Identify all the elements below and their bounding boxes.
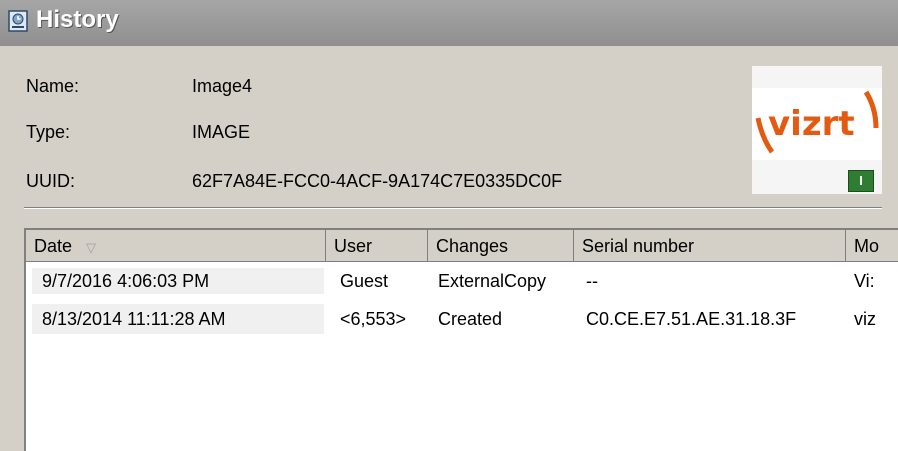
column-header-date[interactable]: Date ▽	[26, 230, 326, 262]
cell-mo: Vi:	[854, 271, 875, 291]
table-header: Date ▽ User Changes Serial number Mo	[26, 230, 898, 262]
image-thumbnail[interactable]: vizrt I	[752, 66, 882, 194]
cell-date: 9/7/2016 4:06:03 PM	[32, 268, 324, 294]
cell-changes: Created	[438, 309, 503, 329]
column-label: Date	[34, 236, 73, 256]
column-header-changes[interactable]: Changes	[428, 230, 574, 262]
history-icon	[8, 10, 28, 32]
history-table[interactable]: Date ▽ User Changes Serial number Mo 9/7/…	[24, 228, 898, 451]
column-header-mo[interactable]: Mo	[846, 230, 898, 262]
cell-date: 8/13/2014 11:11:28 AM	[32, 304, 324, 334]
type-value: IMAGE	[192, 122, 251, 142]
column-label: User	[334, 236, 373, 256]
thumbnail-canvas: vizrt	[752, 88, 882, 160]
uuid-label: UUID:	[26, 171, 75, 191]
image-type-badge-icon: I	[848, 170, 874, 192]
cell-mo: viz	[854, 309, 876, 329]
name-value: Image4	[192, 76, 253, 96]
cell-changes: ExternalCopy	[438, 271, 547, 291]
column-header-user[interactable]: User	[326, 230, 428, 262]
vizrt-logo: vizrt	[768, 104, 855, 144]
cell-serial-number: --	[586, 271, 598, 291]
column-label: Mo	[854, 236, 880, 256]
column-label: Serial number	[582, 236, 695, 256]
window-title: History	[36, 6, 119, 33]
column-header-serial-number[interactable]: Serial number	[574, 230, 846, 262]
title-bar: History	[0, 0, 898, 46]
sort-descending-icon: ▽	[86, 240, 97, 255]
cell-user: <6,553>	[340, 309, 407, 329]
cell-user: Guest	[340, 271, 389, 291]
name-label: Name:	[26, 76, 80, 96]
separator	[24, 207, 882, 209]
column-label: Changes	[436, 236, 509, 256]
uuid-value: 62F7A84E-FCC0-4ACF-9A174C7E0335DC0F	[192, 171, 563, 191]
cell-serial-number: C0.CE.E7.51.AE.31.18.3F	[586, 309, 797, 329]
type-label: Type:	[26, 122, 71, 142]
